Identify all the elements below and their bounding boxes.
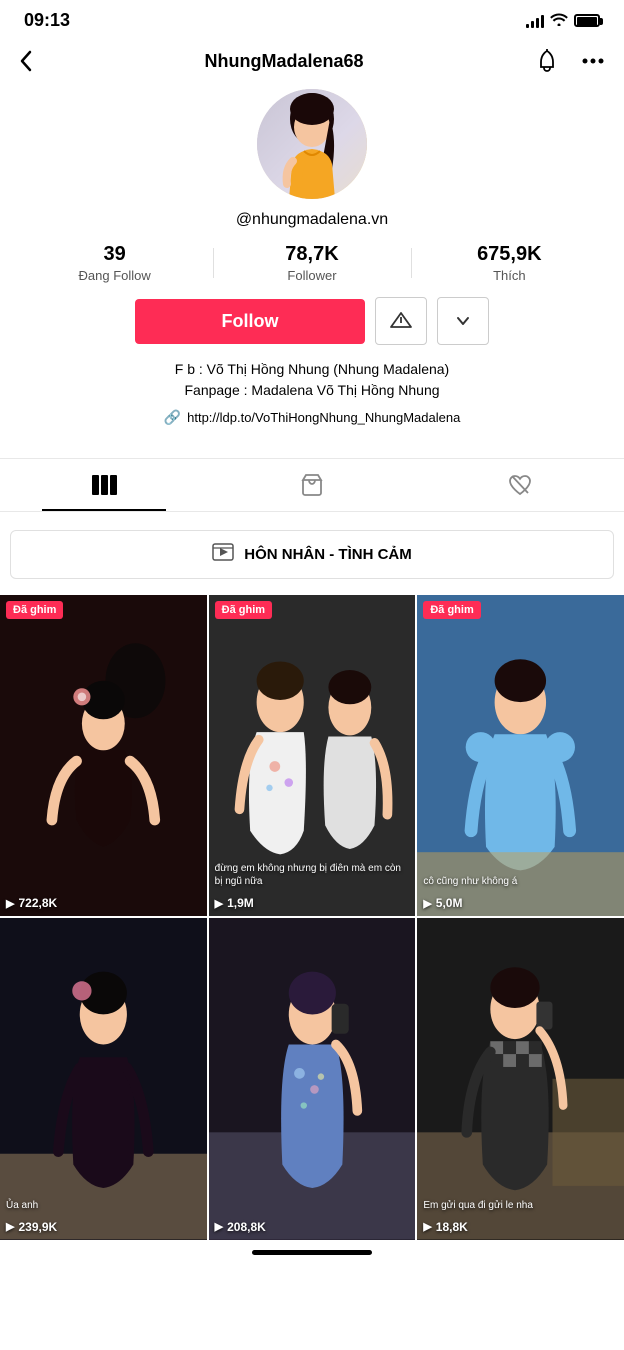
header-actions (532, 45, 608, 77)
video-figure-5 (209, 918, 416, 1239)
playlist-title: HÔN NHÂN - TÌNH CẢM (244, 546, 411, 563)
video-figure-6 (417, 918, 624, 1239)
video-caption-4: Ủa anh (6, 1199, 201, 1212)
notification-button[interactable] (532, 45, 562, 77)
profile-username-header: NhungMadalena68 (204, 51, 363, 72)
video-caption-2: đừng em không nhưng bị điên mà em còn bị… (215, 862, 410, 888)
video-caption-3: cô cũng như không á (423, 875, 618, 888)
bio-text: F b : Võ Thị Hồng Nhung (Nhung Madalena)… (26, 359, 598, 401)
dropdown-button[interactable] (437, 297, 489, 345)
stat-followers: 78,7K Follower (213, 243, 410, 283)
more-options-button[interactable] (578, 54, 608, 68)
likes-label: Thích (421, 268, 598, 283)
likes-count: 675,9K (421, 243, 598, 266)
view-count-5: ▶ 208,8K (215, 1220, 266, 1234)
avatar (257, 89, 367, 199)
video-thumb-1[interactable]: Đã ghim ▶ 722,8K (0, 595, 207, 916)
playlist-play-icon (212, 543, 234, 566)
bottom-bar (0, 1240, 624, 1275)
followers-label: Follower (223, 268, 400, 283)
video-figure-3 (417, 595, 624, 916)
video-thumb-6[interactable]: Em gửi qua đi gửi le nha ▶ 18,8K (417, 918, 624, 1239)
playlist-banner[interactable]: HÔN NHÂN - TÌNH CẢM (10, 530, 614, 579)
pinned-badge-3: Đã ghim (423, 601, 480, 619)
following-label: Đang Follow (26, 268, 203, 283)
view-count-4: ▶ 239,9K (6, 1220, 57, 1234)
battery-icon (574, 14, 600, 27)
view-count-2: ▶ 1,9M (215, 896, 254, 910)
followers-count: 78,7K (223, 243, 400, 266)
profile-username: @nhungmadalena.vn (236, 211, 388, 229)
tab-liked[interactable] (416, 459, 624, 511)
link-text[interactable]: http://ldp.to/VoThiHongNhung_NhungMadale… (187, 410, 460, 425)
link-icon: 🔗 (164, 409, 181, 426)
video-thumb-5[interactable]: ▶ 208,8K (209, 918, 416, 1239)
message-button[interactable] (375, 297, 427, 345)
view-count-6: ▶ 18,8K (423, 1220, 468, 1234)
playlist-section: HÔN NHÂN - TÌNH CẢM (0, 512, 624, 595)
signal-icon (526, 14, 544, 28)
wifi-icon (550, 12, 568, 29)
tab-videos[interactable] (0, 459, 208, 511)
pinned-badge-2: Đã ghim (215, 601, 272, 619)
action-row: Follow (16, 297, 608, 345)
video-figure-4 (0, 918, 207, 1239)
link-row[interactable]: 🔗 http://ldp.to/VoThiHongNhung_NhungMada… (164, 409, 461, 426)
header: NhungMadalena68 (0, 37, 624, 89)
video-grid: Đã ghim ▶ 722,8K (0, 595, 624, 1240)
follow-button[interactable]: Follow (135, 299, 365, 344)
following-count: 39 (26, 243, 203, 266)
view-count-3: ▶ 5,0M (423, 896, 462, 910)
status-time: 09:13 (24, 10, 70, 31)
pinned-badge-1: Đã ghim (6, 601, 63, 619)
video-figure-1 (0, 595, 207, 916)
stat-likes: 675,9K Thích (411, 243, 608, 283)
status-icons (526, 12, 600, 29)
video-thumb-2[interactable]: Đã ghim đừng em không nhưng bị điên mà e… (209, 595, 416, 916)
home-indicator (252, 1250, 372, 1255)
bio-section: F b : Võ Thị Hồng Nhung (Nhung Madalena)… (16, 359, 608, 401)
tabs-row (0, 458, 624, 512)
view-count-1: ▶ 722,8K (6, 896, 57, 910)
video-thumb-3[interactable]: Đã ghim cô cũng như không á ▶ 5,0M (417, 595, 624, 916)
video-caption-6: Em gửi qua đi gửi le nha (423, 1199, 618, 1212)
status-bar: 09:13 (0, 0, 624, 37)
stat-following: 39 Đang Follow (16, 243, 213, 283)
video-thumb-4[interactable]: Ủa anh ▶ 239,9K (0, 918, 207, 1239)
stats-row: 39 Đang Follow 78,7K Follower 675,9K Thí… (16, 243, 608, 283)
profile-section: @nhungmadalena.vn 39 Đang Follow 78,7K F… (0, 89, 624, 458)
back-button[interactable] (16, 46, 36, 76)
tab-shop[interactable] (208, 459, 416, 511)
